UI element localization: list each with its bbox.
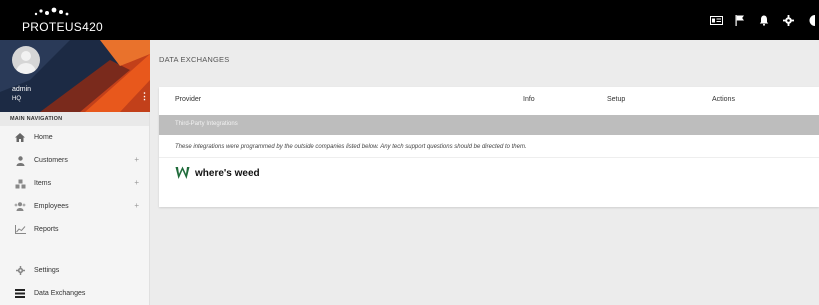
- user-icon[interactable]: [805, 13, 819, 27]
- page-title: DATA EXCHANGES: [159, 55, 230, 64]
- nav-spacer: [0, 241, 149, 259]
- group-label: Third-Party Integrations: [175, 121, 238, 127]
- sidebar-item-label: Home: [34, 134, 53, 141]
- app-logo[interactable]: PROTEUS420: [22, 6, 104, 34]
- chart-icon: [14, 225, 26, 235]
- sidebar-item-reports[interactable]: Reports: [0, 218, 149, 241]
- sidebar-item-label: Reports: [34, 226, 59, 233]
- expand-icon[interactable]: +: [134, 178, 139, 187]
- gear-icon[interactable]: [781, 13, 795, 27]
- sidebar-item-employees[interactable]: Employees +: [0, 195, 149, 218]
- id-card-icon[interactable]: [709, 13, 723, 27]
- provider-where-s-weed[interactable]: where's weed: [175, 165, 260, 181]
- table-header: Provider Info Setup Actions: [159, 87, 819, 111]
- sidebar-item-home[interactable]: Home: [0, 126, 149, 149]
- header-setup: Setup: [607, 96, 626, 103]
- nav-section-title: MAIN NAVIGATION: [0, 112, 149, 126]
- user-location: HQ: [12, 96, 21, 102]
- header-info: Info: [523, 96, 535, 103]
- bell-icon[interactable]: [757, 13, 771, 27]
- sidebar-item-label: Employees: [34, 203, 69, 210]
- user-panel: admin HQ ⋮: [0, 40, 150, 112]
- row-divider: [159, 157, 819, 158]
- user-icon: [14, 155, 26, 166]
- group-row: Third-Party Integrations: [159, 115, 819, 135]
- flag-icon[interactable]: [733, 13, 747, 27]
- expand-icon[interactable]: +: [134, 201, 139, 210]
- data-exchanges-table: Provider Info Setup Actions Third-Party …: [159, 87, 819, 207]
- integrations-note: These integrations were programmed by th…: [175, 144, 527, 150]
- user-name: admin: [12, 86, 32, 93]
- sidebar-item-label: Data Exchanges: [34, 290, 86, 297]
- profile-menu-button[interactable]: ⋮: [140, 90, 149, 102]
- top-icons: [709, 12, 819, 28]
- main-nav: Home Customers + Items + Employees + Rep…: [0, 126, 149, 305]
- logo-dots: [34, 7, 69, 16]
- avatar[interactable]: [12, 46, 40, 74]
- provider-name: where's weed: [195, 167, 260, 179]
- header-provider: Provider: [175, 96, 202, 103]
- logo-text: PROTEUS420: [22, 20, 104, 34]
- expand-icon[interactable]: +: [134, 155, 139, 164]
- sidebar-item-label: Customers: [34, 157, 68, 164]
- sidebar: admin HQ ⋮ MAIN NAVIGATION Home Customer…: [0, 40, 150, 305]
- sidebar-item-label: Settings: [34, 267, 60, 274]
- employees-icon: [14, 202, 26, 212]
- items-icon: [14, 179, 26, 189]
- sidebar-item-customers[interactable]: Customers +: [0, 149, 149, 172]
- header-actions: Actions: [712, 96, 735, 103]
- sidebar-item-data-exchanges[interactable]: Data Exchanges: [0, 282, 149, 305]
- sidebar-item-items[interactable]: Items +: [0, 172, 149, 195]
- sidebar-item-settings[interactable]: Settings: [0, 259, 149, 282]
- wheres-weed-logo-icon: [175, 166, 190, 179]
- home-icon: [14, 133, 26, 143]
- sidebar-item-label: Items: [34, 180, 52, 187]
- gear-icon: [14, 266, 26, 276]
- list-icon: [14, 289, 26, 299]
- top-bar: PROTEUS420: [0, 0, 819, 40]
